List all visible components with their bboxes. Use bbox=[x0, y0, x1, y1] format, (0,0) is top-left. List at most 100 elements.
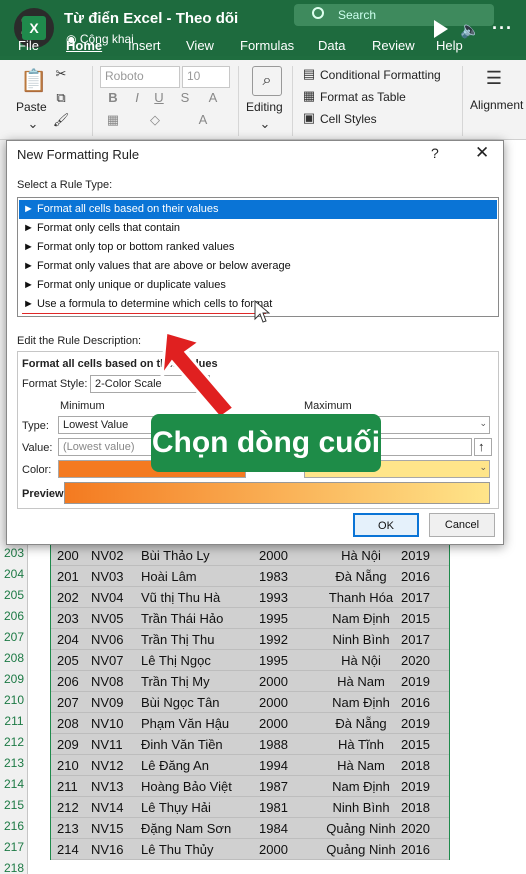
borders-icon[interactable]: ▦ bbox=[104, 112, 122, 130]
table-cell[interactable]: 208 bbox=[57, 716, 79, 731]
chevron-down-icon[interactable]: ⌄ bbox=[256, 116, 274, 134]
table-cell[interactable]: Lê Đăng An bbox=[141, 758, 209, 773]
cancel-button[interactable]: Cancel bbox=[429, 513, 495, 537]
table-cell[interactable]: Đà Nẵng bbox=[323, 716, 399, 731]
row-number[interactable]: 215 bbox=[0, 795, 28, 816]
table-cell[interactable]: 2019 bbox=[401, 779, 430, 794]
table-cell[interactable]: Bùi Ngọc Tân bbox=[141, 695, 220, 710]
table-cell[interactable]: Đà Nẵng bbox=[323, 569, 399, 584]
table-cell[interactable]: 203 bbox=[57, 611, 79, 626]
table-cell[interactable]: 204 bbox=[57, 632, 79, 647]
table-cell[interactable]: NV14 bbox=[91, 800, 124, 815]
table-cell[interactable]: Lê Thu Thủy bbox=[141, 842, 214, 857]
ok-button[interactable]: OK bbox=[353, 513, 419, 537]
font-size-select[interactable]: 10 bbox=[182, 66, 230, 88]
conditional-formatting-button[interactable]: Conditional Formatting bbox=[320, 68, 441, 82]
table-cell[interactable]: 2020 bbox=[401, 821, 430, 836]
table-cell[interactable]: 1987 bbox=[259, 779, 288, 794]
tab-insert[interactable]: Insert bbox=[128, 38, 161, 53]
cut-icon[interactable]: ✂ bbox=[52, 66, 70, 84]
italic-icon[interactable]: I bbox=[128, 90, 146, 108]
table-cell[interactable]: 1981 bbox=[259, 800, 288, 815]
font-color-a-icon[interactable]: A bbox=[194, 112, 212, 130]
table-cell[interactable]: NV05 bbox=[91, 611, 124, 626]
row-number[interactable]: 212 bbox=[0, 732, 28, 753]
row-number[interactable]: 211 bbox=[0, 711, 28, 732]
row-number[interactable]: 205 bbox=[0, 585, 28, 606]
table-row[interactable]: 205 NV07 Lê Thị Ngọc 1995 Hà Nội 2020 bbox=[51, 650, 449, 671]
row-number[interactable]: 209 bbox=[0, 669, 28, 690]
table-cell[interactable]: NV10 bbox=[91, 716, 124, 731]
table-row[interactable]: 203 NV05 Trần Thái Hảo 1995 Nam Định 2015 bbox=[51, 608, 449, 629]
table-cell[interactable]: Ninh Bình bbox=[323, 632, 399, 647]
table-cell[interactable]: 2015 bbox=[401, 737, 430, 752]
table-row[interactable]: 202 NV04 Vũ thị Thu Hà 1993 Thanh Hóa 2017 bbox=[51, 587, 449, 608]
tab-help[interactable]: Help bbox=[436, 38, 463, 53]
table-cell[interactable]: Trần Thái Hảo bbox=[141, 611, 223, 626]
row-number[interactable]: 214 bbox=[0, 774, 28, 795]
table-row[interactable]: 213 NV15 Đặng Nam Sơn 1984 Quảng Ninh 2020 bbox=[51, 818, 449, 839]
table-cell[interactable]: 2018 bbox=[401, 758, 430, 773]
table-cell[interactable]: NV11 bbox=[91, 737, 123, 752]
table-cell[interactable]: Vũ thị Thu Hà bbox=[141, 590, 220, 605]
table-cell[interactable]: Hà Nội bbox=[323, 548, 399, 563]
table-cell[interactable]: NV13 bbox=[91, 779, 124, 794]
alignment-button[interactable]: Alignment bbox=[470, 98, 523, 112]
table-cell[interactable]: 2000 bbox=[259, 674, 288, 689]
play-icon[interactable] bbox=[434, 20, 448, 38]
table-cell[interactable]: 2019 bbox=[401, 548, 430, 563]
table-cell[interactable]: Đinh Văn Tiền bbox=[141, 737, 223, 752]
tab-data[interactable]: Data bbox=[318, 38, 345, 53]
table-cell[interactable]: 212 bbox=[57, 800, 79, 815]
table-cell[interactable]: 200 bbox=[57, 548, 79, 563]
page-title[interactable]: Từ điển Excel - Theo dõi bbox=[64, 10, 238, 27]
table-row[interactable]: 207 NV09 Bùi Ngọc Tân 2000 Nam Định 2016 bbox=[51, 692, 449, 713]
fill-color-icon[interactable]: ◇ bbox=[146, 112, 164, 130]
tab-view[interactable]: View bbox=[186, 38, 214, 53]
row-number[interactable]: 203 bbox=[0, 543, 28, 564]
table-cell[interactable]: Đặng Nam Sơn bbox=[141, 821, 231, 836]
tab-review[interactable]: Review bbox=[372, 38, 415, 53]
table-cell[interactable]: 1992 bbox=[259, 632, 288, 647]
table-cell[interactable]: Hà Tĩnh bbox=[323, 737, 399, 752]
table-cell[interactable]: 1988 bbox=[259, 737, 288, 752]
table-cell[interactable]: 2017 bbox=[401, 590, 430, 605]
rule-type-item[interactable]: ► Format only values that are above or b… bbox=[19, 257, 497, 276]
table-cell[interactable]: 2000 bbox=[259, 842, 288, 857]
row-number[interactable]: 207 bbox=[0, 627, 28, 648]
table-cell[interactable]: 1994 bbox=[259, 758, 288, 773]
table-cell[interactable]: Quảng Ninh bbox=[323, 821, 399, 836]
table-cell[interactable]: 1995 bbox=[259, 653, 288, 668]
table-cell[interactable]: 2015 bbox=[401, 611, 430, 626]
table-cell[interactable]: 209 bbox=[57, 737, 79, 752]
row-number[interactable]: 204 bbox=[0, 564, 28, 585]
row-number[interactable]: 206 bbox=[0, 606, 28, 627]
table-cell[interactable]: 206 bbox=[57, 674, 79, 689]
table-cell[interactable]: Nam Định bbox=[323, 779, 399, 794]
table-cell[interactable]: 2000 bbox=[259, 716, 288, 731]
table-cell[interactable]: NV03 bbox=[91, 569, 124, 584]
table-cell[interactable]: NV07 bbox=[91, 653, 124, 668]
table-cell[interactable]: Ninh Bình bbox=[323, 800, 399, 815]
table-cell[interactable]: 2019 bbox=[401, 716, 430, 731]
table-cell[interactable]: 210 bbox=[57, 758, 79, 773]
format-as-table-button[interactable]: Format as Table bbox=[320, 90, 406, 104]
table-cell[interactable]: NV04 bbox=[91, 590, 124, 605]
table-cell[interactable]: 2018 bbox=[401, 800, 430, 815]
table-cell[interactable]: 202 bbox=[57, 590, 79, 605]
table-row[interactable]: 210 NV12 Lê Đăng An 1994 Hà Nam 2018 bbox=[51, 755, 449, 776]
rule-type-item[interactable]: ► Format only unique or duplicate values bbox=[19, 276, 497, 295]
table-cell[interactable]: 205 bbox=[57, 653, 79, 668]
row-number[interactable]: 217 bbox=[0, 837, 28, 858]
table-cell[interactable]: 1984 bbox=[259, 821, 288, 836]
table-cell[interactable]: 213 bbox=[57, 821, 79, 836]
row-number[interactable]: 213 bbox=[0, 753, 28, 774]
table-cell[interactable]: Hoàng Bảo Việt bbox=[141, 779, 232, 794]
tab-formulas[interactable]: Formulas bbox=[240, 38, 294, 53]
table-cell[interactable]: NV16 bbox=[91, 842, 124, 857]
table-cell[interactable]: 211 bbox=[57, 779, 78, 794]
table-cell[interactable]: 2016 bbox=[401, 569, 430, 584]
rule-type-item[interactable]: ► Format only top or bottom ranked value… bbox=[19, 238, 497, 257]
table-cell[interactable]: 207 bbox=[57, 695, 79, 710]
find-icon[interactable]: ⌕ bbox=[252, 66, 282, 96]
